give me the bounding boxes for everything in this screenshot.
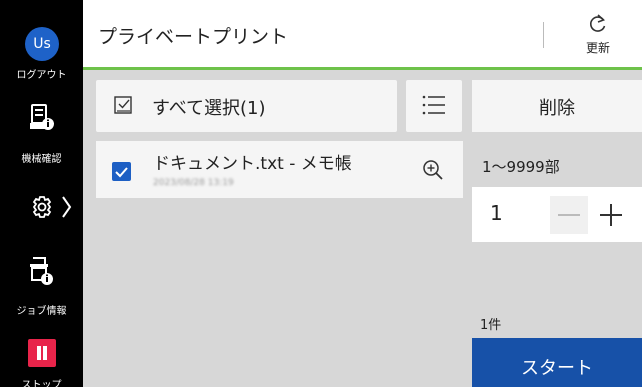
job-info-label: ジョブ情報 — [16, 306, 67, 317]
logout-label: ログアウト — [16, 70, 67, 81]
copies-range-label: 1～9999部 — [482, 158, 560, 176]
delete-button[interactable]: 削除 — [472, 80, 642, 132]
stop-button[interactable] — [28, 339, 56, 367]
refresh-icon — [590, 14, 606, 32]
header-bar: プライベートプリント 更新 — [83, 0, 642, 70]
job-count-label: 1件 — [480, 318, 502, 333]
document-date: 2023/08/28 13:19 — [153, 178, 234, 188]
decrement-button[interactable] — [550, 196, 588, 234]
select-all-button[interactable]: すべて選択(1) — [96, 80, 397, 132]
settings-icon[interactable] — [30, 193, 75, 221]
logout-button[interactable]: ログアウト — [0, 66, 83, 81]
copies-stepper: 1 — [472, 187, 642, 242]
start-label: スタート — [521, 358, 593, 379]
list-icon — [422, 95, 445, 115]
document-checkbox[interactable] — [112, 162, 131, 181]
page-title: プライベートプリント — [98, 26, 289, 48]
stop-label: ストップ — [21, 380, 62, 387]
job-info-icon[interactable] — [30, 256, 54, 286]
refresh-button[interactable]: 更新 — [573, 14, 623, 62]
copies-value-input[interactable]: 1 — [490, 201, 503, 225]
header-divider — [543, 22, 544, 48]
document-name: ドキュメント.txt - メモ帳 — [153, 154, 352, 174]
zoom-in-icon[interactable] — [422, 159, 444, 181]
user-avatar[interactable]: Us — [25, 27, 59, 61]
side-rail: Us ログアウト 機械確認 ジョブ情報 ストップ — [0, 0, 83, 387]
job-info-button[interactable]: ジョブ情報 — [0, 302, 83, 317]
checkmark-icon — [115, 167, 128, 178]
machine-check-label: 機械確認 — [21, 154, 62, 165]
stop-label-wrap: ストップ — [0, 376, 83, 387]
delete-label: 削除 — [539, 98, 575, 119]
refresh-label: 更新 — [585, 41, 610, 55]
machine-check-button[interactable]: 機械確認 — [0, 150, 83, 165]
increment-button[interactable] — [590, 196, 632, 234]
list-item[interactable]: ドキュメント.txt - メモ帳 2023/08/28 13:19 — [96, 141, 463, 198]
machine-info-icon[interactable] — [30, 104, 54, 132]
select-all-icon — [114, 96, 132, 114]
select-all-label: すべて選択(1) — [152, 98, 266, 119]
start-button[interactable]: スタート — [472, 338, 642, 387]
list-view-button[interactable] — [406, 80, 462, 132]
